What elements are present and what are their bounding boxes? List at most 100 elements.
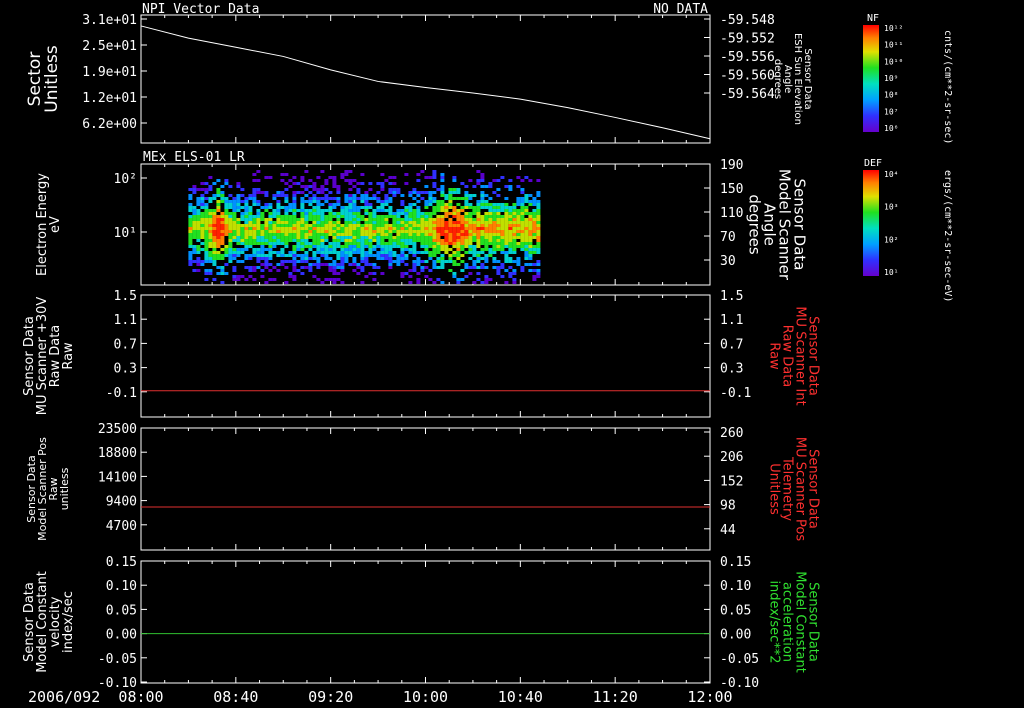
heatmap-cell: [484, 233, 489, 236]
heatmap-cell: [212, 245, 217, 248]
heatmap-cell: [204, 197, 209, 200]
heatmap-cell: [212, 242, 217, 245]
heatmap-cell: [232, 221, 237, 224]
heatmap-cell: [408, 269, 413, 272]
heatmap-cell: [516, 212, 521, 215]
heatmap-cell: [320, 239, 325, 242]
heatmap-cell: [428, 239, 433, 242]
heatmap-cell: [364, 260, 369, 263]
heatmap-cell: [284, 206, 289, 209]
heatmap-cell: [536, 215, 541, 218]
heatmap-cell: [352, 218, 357, 221]
heatmap-cell: [456, 233, 461, 236]
heatmap-cell: [248, 227, 253, 230]
heatmap-cell: [356, 233, 361, 236]
heatmap-cell: [396, 209, 401, 212]
heatmap-cell: [352, 179, 357, 182]
heatmap-cell: [228, 233, 233, 236]
heatmap-cell: [344, 170, 349, 173]
heatmap-cell: [512, 233, 517, 236]
heatmap-cell: [260, 224, 265, 227]
heatmap-cell: [476, 245, 481, 248]
heatmap-cell: [504, 239, 509, 242]
heatmap-cell: [488, 224, 493, 227]
heatmap-cell: [412, 221, 417, 224]
heatmap-cell: [320, 254, 325, 257]
y-axis-title-left-line: index/sec: [61, 591, 76, 653]
heatmap-cell: [232, 278, 237, 281]
heatmap-cell: [372, 197, 377, 200]
heatmap-cell: [232, 203, 237, 206]
heatmap-cell: [236, 224, 241, 227]
colorbar-nf-tick: 10⁸: [884, 91, 898, 100]
heatmap-cell: [332, 239, 337, 242]
heatmap-cell: [440, 233, 445, 236]
heatmap-cell: [236, 260, 241, 263]
heatmap-cell: [288, 236, 293, 239]
heatmap-cell: [252, 218, 257, 221]
heatmap-cell: [520, 188, 525, 191]
heatmap-cell: [468, 203, 473, 206]
heatmap-cell: [480, 179, 485, 182]
heatmap-cell: [420, 191, 425, 194]
heatmap-cell: [504, 254, 509, 257]
heatmap-cell: [196, 215, 201, 218]
heatmap-cell: [332, 281, 337, 284]
heatmap-cell: [444, 206, 449, 209]
heatmap-cell: [388, 242, 393, 245]
heatmap-cell: [372, 221, 377, 224]
heatmap-cell: [192, 245, 197, 248]
heatmap-cell: [412, 203, 417, 206]
heatmap-cell: [440, 221, 445, 224]
heatmap-cell: [368, 227, 373, 230]
heatmap-cell: [200, 212, 205, 215]
heatmap-cell: [440, 179, 445, 182]
heatmap-cell: [440, 176, 445, 179]
heatmap-cell: [300, 215, 305, 218]
heatmap-cell: [236, 251, 241, 254]
y-tick-label-right: 30: [720, 254, 736, 269]
heatmap-cell: [228, 239, 233, 242]
heatmap-cell: [508, 242, 513, 245]
heatmap-cell: [484, 203, 489, 206]
heatmap-cell: [536, 275, 541, 278]
heatmap-cell: [404, 242, 409, 245]
heatmap-cell: [476, 179, 481, 182]
heatmap-cell: [440, 227, 445, 230]
heatmap-cell: [396, 224, 401, 227]
heatmap-cell: [356, 236, 361, 239]
heatmap-cell: [436, 221, 441, 224]
y-tick-label-left: 10¹: [114, 226, 137, 241]
heatmap-cell: [304, 242, 309, 245]
heatmap-cell: [364, 254, 369, 257]
heatmap-cell: [360, 197, 365, 200]
heatmap-cell: [356, 263, 361, 266]
heatmap-cell: [308, 248, 313, 251]
heatmap-cell: [328, 242, 333, 245]
heatmap-cell: [508, 221, 513, 224]
heatmap-cell: [524, 263, 529, 266]
heatmap-cell: [420, 218, 425, 221]
y-tick-label-left: 4700: [106, 519, 137, 534]
heatmap-cell: [292, 215, 297, 218]
heatmap-cell: [360, 224, 365, 227]
heatmap-cell: [468, 194, 473, 197]
heatmap-cell: [424, 227, 429, 230]
heatmap-cell: [200, 242, 205, 245]
heatmap-cell: [340, 215, 345, 218]
heatmap-cell: [376, 191, 381, 194]
heatmap-cell: [520, 269, 525, 272]
heatmap-cell: [296, 191, 301, 194]
heatmap-cell: [448, 203, 453, 206]
heatmap-cell: [500, 242, 505, 245]
heatmap-cell: [512, 224, 517, 227]
heatmap-cell: [452, 254, 457, 257]
heatmap-cell: [468, 224, 473, 227]
heatmap-cell: [220, 236, 225, 239]
heatmap-cell: [296, 248, 301, 251]
heatmap-cell: [376, 245, 381, 248]
heatmap-cell: [204, 254, 209, 257]
heatmap-cell: [216, 257, 221, 260]
y-axis-title-right-line: degrees: [746, 194, 764, 255]
heatmap-cell: [276, 251, 281, 254]
